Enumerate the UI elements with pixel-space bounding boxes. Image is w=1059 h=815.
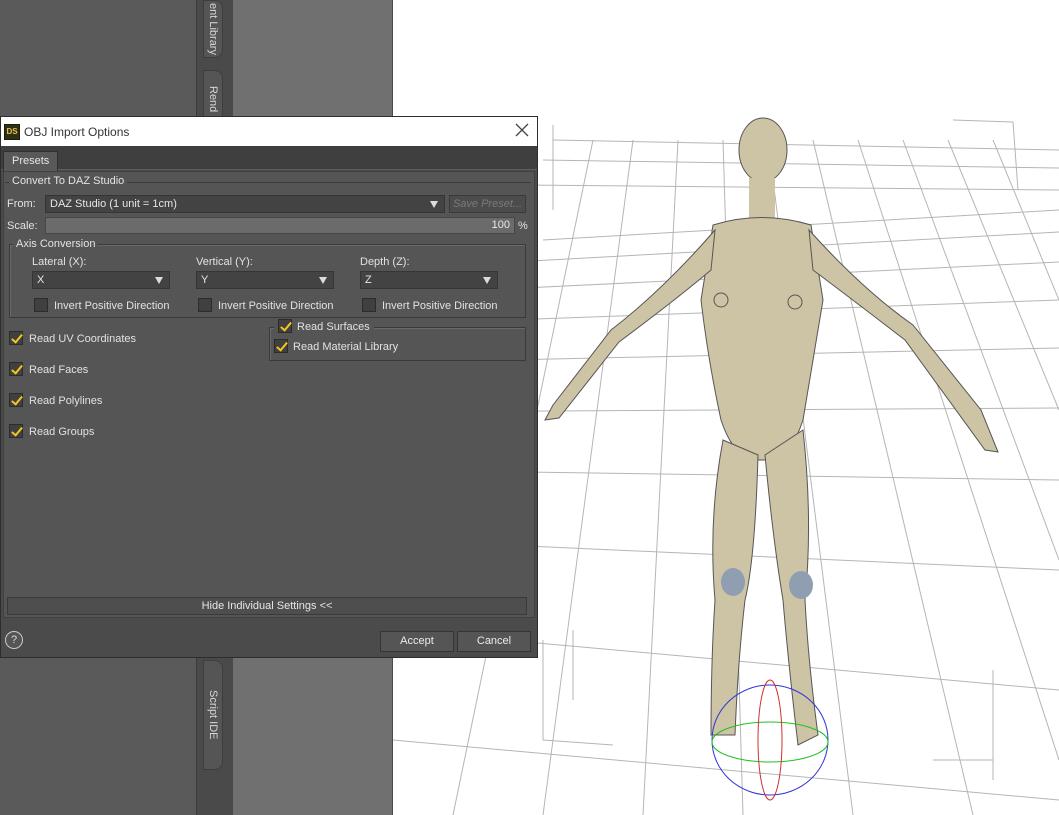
cancel-button[interactable]: Cancel [457, 631, 531, 652]
dialog-footer: ? Accept Cancel [1, 619, 537, 657]
figure-model [544, 117, 999, 801]
save-preset-button[interactable]: Save Preset... [449, 195, 526, 213]
scale-slider[interactable]: 100 [45, 217, 515, 234]
read-uv-coordinates-label: Read UV Coordinates [29, 333, 137, 345]
tab-content-library-label: ent Library [207, 3, 219, 55]
from-label: From: [7, 198, 36, 210]
invert-vertical-checkbox[interactable] [198, 298, 212, 312]
chevron-down-icon [155, 277, 163, 284]
depth-axis-value: Z [365, 274, 372, 286]
depth-axis-dropdown[interactable]: Z [360, 271, 498, 289]
close-icon[interactable] [513, 121, 531, 139]
tab-content-library[interactable]: ent Library [203, 0, 223, 58]
dialog-content: Convert To DAZ Studio From: DAZ Studio (… [3, 171, 535, 618]
tab-presets[interactable]: Presets [3, 151, 59, 171]
invert-lateral-label: Invert Positive Direction [54, 300, 170, 312]
tab-render-label: Rend [207, 85, 219, 113]
scale-value: 100 [491, 219, 510, 231]
read-surfaces-label: Read Surfaces [297, 321, 370, 333]
read-material-library-checkbox[interactable] [274, 339, 288, 353]
dialog-titlebar[interactable]: DS OBJ Import Options [1, 117, 537, 146]
app-window: ent Library Rend Script IDE DS OBJ Impor… [0, 0, 1059, 815]
read-groups-checkbox[interactable] [9, 424, 23, 438]
help-icon[interactable]: ? [5, 631, 23, 649]
daz-studio-app-icon: DS [4, 123, 20, 140]
obj-import-options-dialog: DS OBJ Import Options Presets Convert To… [0, 116, 538, 658]
read-faces-checkbox[interactable] [9, 362, 23, 376]
from-dropdown-value: DAZ Studio (1 unit = 1cm) [50, 198, 177, 210]
chevron-down-icon [483, 277, 491, 284]
lateral-axis-value: X [37, 274, 45, 286]
lateral-axis-dropdown[interactable]: X [32, 271, 170, 289]
chevron-down-icon [430, 201, 438, 208]
read-polylines-label: Read Polylines [29, 395, 103, 407]
lateral-label: Lateral (X): [32, 256, 87, 268]
tab-script-ide-label: Script IDE [207, 690, 219, 740]
tab-script-ide[interactable]: Script IDE [203, 660, 223, 770]
invert-depth-label: Invert Positive Direction [382, 300, 498, 312]
vertical-axis-value: Y [201, 274, 209, 286]
read-surfaces-checkbox[interactable] [278, 319, 292, 333]
invert-vertical-label: Invert Positive Direction [218, 300, 334, 312]
scale-label: Scale: [7, 220, 38, 232]
depth-label: Depth (Z): [360, 256, 410, 268]
presets-bar: Presets [1, 146, 537, 171]
axis-conversion-title: Axis Conversion [13, 238, 99, 250]
accept-button[interactable]: Accept [380, 631, 454, 652]
vertical-label: Vertical (Y): [196, 256, 253, 268]
invert-lateral-checkbox[interactable] [34, 298, 48, 312]
app-icon-text: DS [6, 127, 18, 136]
hide-individual-settings-button[interactable]: Hide Individual Settings << [7, 597, 527, 615]
invert-depth-checkbox[interactable] [362, 298, 376, 312]
read-faces-label: Read Faces [29, 364, 89, 376]
from-dropdown[interactable]: DAZ Studio (1 unit = 1cm) [45, 195, 445, 213]
chevron-down-icon [319, 277, 327, 284]
dialog-title: OBJ Import Options [24, 124, 130, 139]
read-polylines-checkbox[interactable] [9, 393, 23, 407]
convert-group-title: Convert To DAZ Studio [9, 175, 128, 187]
read-groups-label: Read Groups [29, 426, 95, 438]
read-material-library-label: Read Material Library [293, 341, 399, 353]
scale-unit: % [518, 220, 528, 232]
read-uv-coordinates-checkbox[interactable] [9, 331, 23, 345]
vertical-axis-dropdown[interactable]: Y [196, 271, 334, 289]
